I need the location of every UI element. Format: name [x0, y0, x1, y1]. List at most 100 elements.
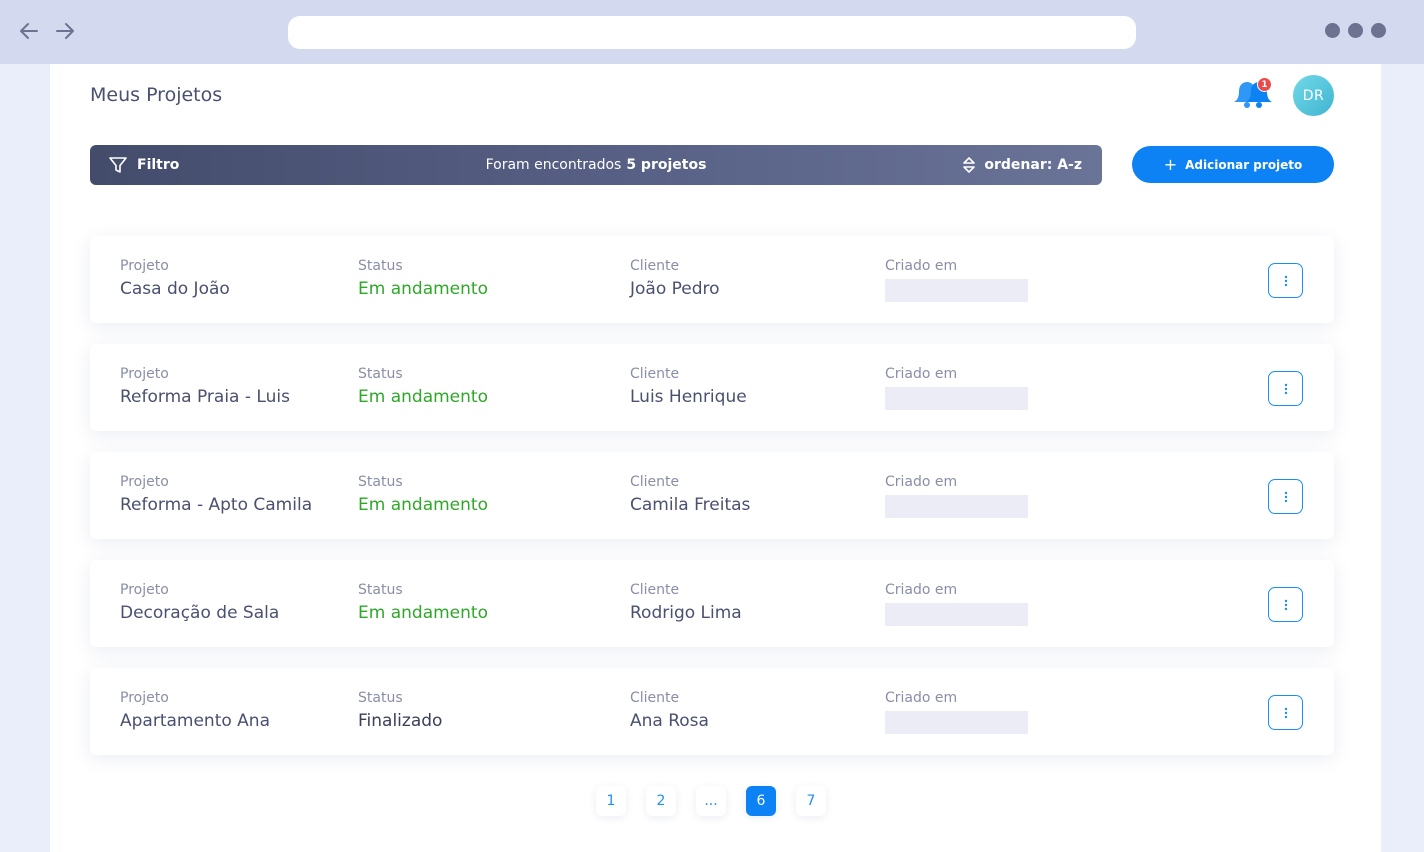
- sort-arrows-icon: [963, 157, 976, 173]
- status-column: Status Em andamento: [358, 474, 488, 515]
- status-column: Status Em andamento: [358, 258, 488, 299]
- sort-label: ordenar: A-z: [984, 157, 1082, 173]
- page-ellipsis[interactable]: ...: [696, 786, 726, 816]
- status-value: Em andamento: [358, 495, 488, 515]
- page-button-6[interactable]: 6: [746, 786, 776, 816]
- status-label: Status: [358, 366, 403, 382]
- notifications-button[interactable]: 1: [1230, 76, 1274, 114]
- client-column: Cliente Camila Freitas: [630, 474, 750, 515]
- menu-dot: [1325, 23, 1340, 38]
- created-label: Criado em: [885, 690, 958, 706]
- project-name: Apartamento Ana: [120, 711, 270, 731]
- sort-button[interactable]: ordenar: A-z: [962, 145, 1082, 185]
- status-label: Status: [358, 582, 403, 598]
- project-name: Casa do João: [120, 279, 230, 299]
- project-column: Projeto Apartamento Ana: [120, 690, 270, 731]
- browser-toolbar: [0, 0, 1424, 64]
- client-label: Cliente: [630, 582, 680, 598]
- created-column: Criado em: [885, 474, 1028, 518]
- user-avatar[interactable]: DR: [1293, 75, 1334, 116]
- project-card[interactable]: Projeto Apartamento Ana Status Finalizad…: [90, 668, 1334, 755]
- created-column: Criado em: [885, 582, 1028, 626]
- add-project-label: Adicionar projeto: [1185, 157, 1303, 172]
- status-column: Status Em andamento: [358, 366, 488, 407]
- client-column: Cliente Rodrigo Lima: [630, 582, 742, 623]
- results-number: 5 projetos: [626, 157, 707, 173]
- results-prefix: Foram encontrados: [485, 157, 622, 173]
- results-count: Foram encontrados 5 projetos: [90, 145, 1102, 185]
- page-button-2[interactable]: 2: [646, 786, 676, 816]
- status-value: Em andamento: [358, 279, 488, 299]
- browser-menu-dots-icon[interactable]: [1325, 23, 1386, 38]
- project-card[interactable]: Projeto Decoração de Sala Status Em anda…: [90, 560, 1334, 647]
- created-column: Criado em: [885, 690, 1028, 734]
- project-column: Projeto Decoração de Sala: [120, 582, 279, 623]
- page-title: Meus Projetos: [90, 84, 223, 106]
- project-label: Projeto: [120, 582, 169, 598]
- more-options-button[interactable]: [1268, 371, 1303, 406]
- project-card[interactable]: Projeto Reforma Praia - Luis Status Em a…: [90, 344, 1334, 431]
- created-date-placeholder: [885, 387, 1028, 410]
- created-column: Criado em: [885, 366, 1028, 410]
- status-column: Status Finalizado: [358, 690, 442, 731]
- back-arrow-icon[interactable]: [16, 18, 42, 44]
- pagination: 1 2 ... 6 7: [596, 786, 826, 816]
- more-options-button[interactable]: [1268, 263, 1303, 298]
- project-name: Reforma - Apto Camila: [120, 495, 313, 515]
- vertical-dots-icon: [1284, 707, 1287, 718]
- created-label: Criado em: [885, 474, 958, 490]
- project-card[interactable]: Projeto Reforma - Apto Camila Status Em …: [90, 452, 1334, 539]
- project-column: Projeto Reforma - Apto Camila: [120, 474, 312, 515]
- project-column: Projeto Reforma Praia - Luis: [120, 366, 290, 407]
- created-date-placeholder: [885, 603, 1028, 626]
- project-column: Projeto Casa do João: [120, 258, 230, 299]
- filter-label: Filtro: [137, 157, 180, 173]
- more-options-button[interactable]: [1268, 695, 1303, 730]
- client-column: Cliente Ana Rosa: [630, 690, 709, 731]
- status-value: Em andamento: [358, 387, 488, 407]
- project-label: Projeto: [120, 690, 169, 706]
- status-label: Status: [358, 258, 403, 274]
- app-page: Meus Projetos 1 DR Filtro Foram encontra…: [50, 64, 1381, 852]
- menu-dot: [1348, 23, 1363, 38]
- client-name: Ana Rosa: [630, 711, 709, 731]
- client-column: Cliente Luis Henrique: [630, 366, 747, 407]
- project-label: Projeto: [120, 366, 169, 382]
- vertical-dots-icon: [1284, 275, 1287, 286]
- project-card[interactable]: Projeto Casa do João Status Em andamento…: [90, 236, 1334, 323]
- client-label: Cliente: [630, 690, 680, 706]
- client-name: Camila Freitas: [630, 495, 751, 515]
- vertical-dots-icon: [1284, 383, 1287, 394]
- vertical-dots-icon: [1284, 599, 1287, 610]
- created-date-placeholder: [885, 711, 1028, 734]
- client-label: Cliente: [630, 474, 680, 490]
- more-options-button[interactable]: [1268, 587, 1303, 622]
- client-label: Cliente: [630, 366, 680, 382]
- more-options-button[interactable]: [1268, 479, 1303, 514]
- address-bar[interactable]: [288, 16, 1136, 49]
- page-button-7[interactable]: 7: [796, 786, 826, 816]
- project-label: Projeto: [120, 258, 169, 274]
- client-name: Luis Henrique: [630, 387, 747, 407]
- created-column: Criado em: [885, 258, 1028, 302]
- client-column: Cliente João Pedro: [630, 258, 720, 299]
- add-project-button[interactable]: + Adicionar projeto: [1132, 146, 1334, 183]
- created-label: Criado em: [885, 366, 958, 382]
- page-button-1[interactable]: 1: [596, 786, 626, 816]
- notification-badge: 1: [1257, 77, 1272, 92]
- vertical-dots-icon: [1284, 491, 1287, 502]
- plus-icon: +: [1163, 154, 1178, 174]
- filter-button[interactable]: Filtro: [108, 145, 179, 185]
- status-value: Finalizado: [358, 711, 443, 731]
- created-date-placeholder: [885, 495, 1028, 518]
- client-name: João Pedro: [630, 279, 720, 299]
- funnel-icon: [109, 157, 127, 173]
- status-label: Status: [358, 474, 403, 490]
- created-label: Criado em: [885, 258, 958, 274]
- project-label: Projeto: [120, 474, 169, 490]
- forward-arrow-icon[interactable]: [52, 18, 78, 44]
- client-name: Rodrigo Lima: [630, 603, 742, 623]
- filter-bar: Filtro Foram encontrados 5 projetos orde…: [90, 145, 1102, 185]
- menu-dot: [1371, 23, 1386, 38]
- status-column: Status Em andamento: [358, 582, 488, 623]
